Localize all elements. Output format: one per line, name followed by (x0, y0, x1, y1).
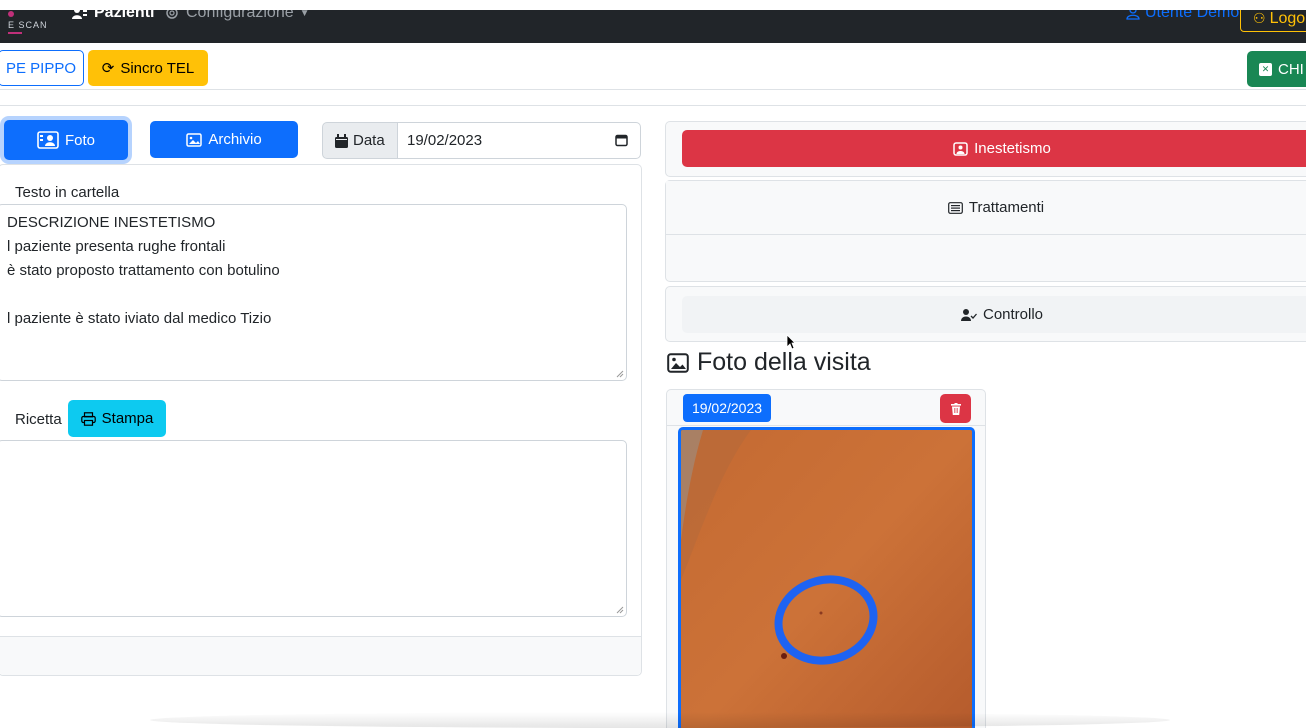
inestetismo-button[interactable]: Inestetismo (682, 130, 1306, 167)
person-square-icon (953, 141, 968, 156)
skin-photo-image (681, 430, 972, 728)
printer-icon (80, 411, 96, 426)
photos-section-title: Foto della visita (667, 348, 871, 377)
resize-grip-icon[interactable] (616, 606, 624, 614)
list-icon (947, 201, 963, 214)
user-name: Utente Demo (1145, 10, 1240, 21)
sync-icon: ⟳ (101, 60, 115, 77)
top-navbar: E SCAN Pazienti Configurazione ▼ Utente … (0, 10, 1306, 43)
gear-icon (166, 10, 178, 19)
visit-card: Testo in cartella DESCRIZIONE INESTETISM… (0, 164, 642, 676)
testo-line: l paziente è stato iviato dal medico Tiz… (7, 310, 272, 327)
logout-button[interactable]: ⚇ Logo (1240, 10, 1306, 32)
stampa-button-label: Stampa (101, 410, 154, 427)
archivio-button-label: Archivio (208, 131, 262, 148)
sync-tel-button[interactable]: ⟳ Sincro TEL (88, 50, 208, 86)
brand-dot (8, 11, 14, 17)
patient-button-label: PE PIPPO (5, 59, 77, 77)
close-box-icon: ✕ (1259, 62, 1272, 76)
controllo-button[interactable]: Controllo (682, 296, 1306, 333)
content-divider (0, 105, 1306, 106)
foto-button-label: Foto (64, 131, 95, 149)
date-input-label: Data (322, 122, 398, 159)
visit-photo[interactable] (678, 427, 975, 728)
patient-button[interactable]: PE PIPPO (0, 50, 84, 86)
image-icon (667, 352, 689, 373)
testo-textarea[interactable]: DESCRIZIONE INESTETISMO l paziente prese… (0, 204, 627, 381)
calendar-icon (335, 133, 348, 148)
calendar-picker-icon[interactable] (615, 134, 628, 147)
card-footer (0, 636, 641, 675)
trash-icon (950, 402, 961, 415)
testo-line: è stato proposto trattamento con botulin… (7, 262, 280, 279)
user-icon (1126, 10, 1140, 20)
testo-line: DESCRIZIONE INESTETISMO (7, 214, 216, 231)
delete-photo-button[interactable] (940, 394, 971, 423)
nav-item-configurazione-label: Configurazione (186, 10, 294, 21)
accordion-inestetismo: Inestetismo (665, 121, 1306, 177)
person-badge-icon (37, 131, 59, 149)
logout-icon: ⚇ (1253, 10, 1266, 26)
photo-date-badge[interactable]: 19/02/2023 (683, 394, 771, 422)
person-check-icon (960, 308, 977, 321)
image-icon (186, 132, 203, 147)
ricetta-textarea[interactable] (0, 440, 627, 617)
stampa-button[interactable]: Stampa (68, 400, 166, 437)
date-value: 19/02/2023 (407, 132, 483, 149)
photo-card: 19/02/2023 (666, 389, 986, 728)
brand-underline (8, 32, 22, 34)
chevron-down-icon: ▼ (299, 10, 310, 19)
accordion-controllo: Controllo (665, 286, 1306, 342)
controllo-label: Controllo (982, 306, 1044, 323)
nav-item-pazienti[interactable]: Pazienti (72, 10, 154, 22)
date-label: Data (353, 132, 385, 149)
nav-item-pazienti-label: Pazienti (94, 10, 155, 21)
accordion-trattamenti: Trattamenti (665, 180, 1306, 282)
user-group-icon (72, 10, 87, 19)
date-input[interactable]: 19/02/2023 (397, 122, 641, 159)
foto-button[interactable]: Foto (4, 120, 128, 160)
testo-line (7, 283, 626, 307)
resize-grip-icon[interactable] (616, 370, 624, 378)
logout-label: Logo (1269, 10, 1306, 27)
archivio-button[interactable]: Archivio (150, 121, 298, 158)
testo-label: Testo in cartella (15, 184, 120, 201)
brand-text: E SCAN (8, 20, 48, 30)
close-button-label: CHI (1278, 60, 1304, 78)
trattamenti-label: Trattamenti (968, 199, 1045, 216)
brand-logo[interactable]: E SCAN (8, 11, 48, 41)
trattamenti-button[interactable]: Trattamenti (666, 181, 1306, 235)
bottom-shadow (150, 712, 1170, 728)
nav-item-configurazione[interactable]: Configurazione ▼ (164, 10, 310, 22)
sync-tel-label: Sincro TEL (120, 59, 195, 77)
photos-title-text: Foto della visita (697, 348, 871, 376)
toolbar-divider (0, 89, 1306, 90)
ricetta-label: Ricetta (15, 411, 62, 428)
inestetismo-label: Inestetismo (974, 140, 1051, 157)
testo-line: l paziente presenta rughe frontali (7, 238, 226, 255)
close-button[interactable]: ✕ CHI (1247, 51, 1306, 87)
user-menu[interactable]: Utente Demo (1126, 10, 1239, 22)
